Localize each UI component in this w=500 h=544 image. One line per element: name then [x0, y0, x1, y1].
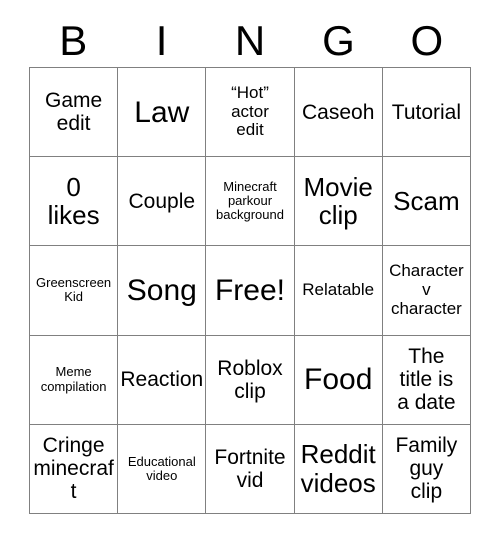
cell-n2[interactable]: Minecraft parkour background — [206, 157, 295, 247]
bingo-cell-label: Song — [126, 273, 197, 307]
cell-n4[interactable]: Roblox clip — [206, 335, 295, 425]
cell-b2[interactable]: 0 likes — [30, 157, 119, 247]
bingo-header-letter-i: I — [155, 16, 168, 64]
cell-g1[interactable]: Caseoh — [294, 68, 383, 158]
cell-g5[interactable]: Reddit videos — [294, 424, 383, 514]
cell-o2[interactable]: Scam — [382, 157, 471, 247]
cell-g3[interactable]: Relatable — [294, 246, 383, 336]
bingo-grid: Game edit Law “Hot” actor edit Caseoh Tutori… — [29, 67, 471, 514]
cell-n3[interactable]: Free! — [206, 246, 295, 336]
bingo-cell-label: Relatable — [302, 280, 375, 300]
bingo-cell-label: Roblox clip — [217, 356, 283, 403]
cell-g2[interactable]: Movie clip — [294, 157, 383, 247]
bingo-cell-label: Cringe minecraft — [33, 434, 114, 504]
bingo-cell-label: Greenscreen Kid — [36, 275, 112, 305]
cell-o3[interactable]: Character v character — [382, 246, 471, 336]
bingo-cell-label: Reddit videos — [300, 439, 376, 498]
bingo-cell-label: Character v character — [389, 261, 464, 318]
cell-o4[interactable]: The title is a date — [382, 335, 471, 425]
cell-b5[interactable]: Cringe minecraft — [30, 424, 119, 514]
bingo-cell-label: Game edit — [45, 89, 103, 136]
bingo-cell-label: Food — [304, 363, 373, 397]
bingo-cell-label: Educational video — [127, 453, 196, 483]
bingo-cell-label: 0 likes — [47, 171, 100, 231]
cell-i1[interactable]: Law — [118, 68, 207, 158]
cell-g4[interactable]: Food — [294, 335, 383, 425]
bingo-cell-label: Reaction — [120, 368, 204, 392]
bingo-cell-label: Free! — [214, 273, 285, 307]
bingo-cell-label: Couple — [128, 189, 196, 213]
bingo-cell-label: Tutorial — [391, 100, 462, 124]
cell-o5[interactable]: Family guy clip — [382, 424, 471, 514]
bingo-cell-label: Caseoh — [302, 100, 375, 124]
bingo-cell-label: Scam — [393, 185, 460, 216]
bingo-cell-label: Minecraft parkour background — [216, 178, 284, 223]
bingo-card: B I N G O Game edit Law “Hot” actor edit Caseoh… — [0, 0, 500, 544]
bingo-cell-label: Meme compilation — [40, 364, 107, 394]
bingo-cell-label: “Hot” actor edit — [231, 83, 269, 140]
cell-i5[interactable]: Educational video — [118, 424, 207, 514]
cell-i3[interactable]: Song — [118, 246, 207, 336]
cell-b4[interactable]: Meme compilation — [30, 335, 119, 425]
bingo-cell-label: Movie clip — [303, 171, 373, 231]
bingo-header-letter-o: O — [410, 16, 444, 64]
bingo-cell-label: Law — [134, 95, 190, 129]
bingo-cell-label: Family guy clip — [395, 434, 458, 504]
cell-n1[interactable]: “Hot” actor edit — [206, 68, 295, 158]
cell-b3[interactable]: Greenscreen Kid — [30, 246, 119, 336]
bingo-header-letter-g: G — [322, 16, 355, 64]
cell-o1[interactable]: Tutorial — [382, 68, 471, 158]
bingo-cell-label: The title is a date — [397, 345, 456, 415]
cell-n5[interactable]: Fortnite vid — [206, 424, 295, 514]
cell-b1[interactable]: Game edit — [30, 68, 119, 158]
cell-i2[interactable]: Couple — [118, 157, 207, 247]
bingo-header-letter-n: N — [234, 16, 266, 64]
bingo-header-letter-b: B — [59, 16, 88, 64]
cell-i4[interactable]: Reaction — [118, 335, 207, 425]
bingo-header-row: BINGO — [29, 14, 471, 67]
bingo-cell-label: Fortnite vid — [214, 445, 286, 492]
